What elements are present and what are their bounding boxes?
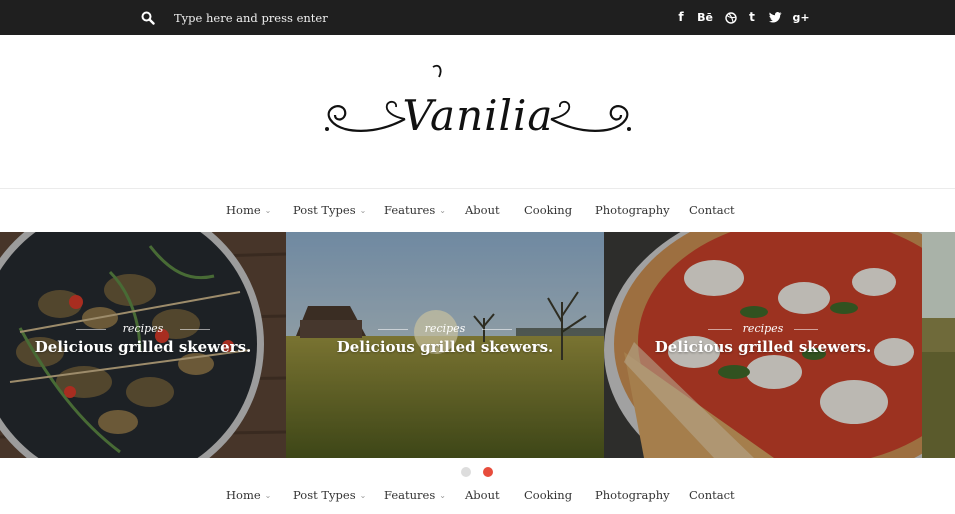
behance-icon[interactable]: Bē [697, 9, 713, 26]
chevron-down-icon: ⌄ [264, 491, 272, 500]
nav-item-post-types[interactable]: Post Types ⌄ [293, 488, 366, 502]
main-navigation: Home ⌄ Post Types ⌄ Features ⌄ About Cookin… [0, 189, 955, 231]
facebook-icon[interactable]: f [676, 9, 686, 26]
nav-item-about[interactable]: About [465, 203, 500, 217]
nav-item-photography[interactable]: Photography [595, 488, 670, 502]
chevron-down-icon: ⌄ [359, 491, 367, 500]
slide-skewers[interactable]: recipes Delicious grilled skewers. [0, 232, 286, 458]
chevron-down-icon: ⌄ [439, 491, 446, 500]
slide-title[interactable]: Delicious grilled skewers. [0, 338, 286, 356]
slide-pizza[interactable]: recipes Delicious grilled skewers. [604, 232, 922, 458]
top-bar: f Bē t g+ [0, 0, 955, 35]
nav-item-post-types[interactable]: Post Types ⌄ [293, 203, 366, 217]
logo-text: Vanilia [402, 91, 554, 140]
slide-category[interactable]: recipes [286, 322, 604, 335]
slide-category[interactable]: recipes [604, 322, 922, 335]
search-input[interactable] [174, 9, 414, 27]
site-logo[interactable]: Vanilia [313, 59, 643, 163]
tumblr-icon[interactable]: t [747, 9, 757, 26]
slide-category[interactable]: recipes [0, 322, 286, 335]
nav-item-cooking[interactable]: Cooking [524, 203, 572, 217]
nav-item-features[interactable]: Features ⌄ [384, 488, 446, 502]
chevron-down-icon: ⌄ [359, 206, 367, 215]
twitter-icon[interactable] [768, 9, 782, 26]
slide-image [922, 232, 955, 458]
google-plus-icon[interactable]: g+ [792, 9, 809, 26]
featured-slider: recipes Delicious grilled skewers. recip… [0, 232, 955, 458]
nav-item-home[interactable]: Home ⌄ [226, 203, 271, 217]
nav-item-photography[interactable]: Photography [595, 203, 670, 217]
nav-item-contact[interactable]: Contact [689, 203, 735, 217]
secondary-navigation: Home ⌄ Post Types ⌄ Features ⌄ About Cookin… [0, 474, 955, 514]
nav-item-home[interactable]: Home ⌄ [226, 488, 271, 502]
slide-field[interactable]: recipes Delicious grilled skewers. [286, 232, 604, 458]
site-header: Vanilia [0, 35, 955, 189]
chevron-down-icon: ⌄ [439, 206, 446, 215]
nav-item-about[interactable]: About [465, 488, 500, 502]
nav-item-features[interactable]: Features ⌄ [384, 203, 446, 217]
slide-title[interactable]: Delicious grilled skewers. [604, 338, 922, 356]
slide-partial[interactable] [922, 232, 955, 458]
nav-item-contact[interactable]: Contact [689, 488, 735, 502]
chevron-down-icon: ⌄ [264, 206, 272, 215]
dribbble-icon[interactable] [724, 9, 737, 26]
slide-title[interactable]: Delicious grilled skewers. [286, 338, 604, 356]
nav-item-cooking[interactable]: Cooking [524, 488, 572, 502]
search-icon[interactable] [141, 10, 155, 25]
